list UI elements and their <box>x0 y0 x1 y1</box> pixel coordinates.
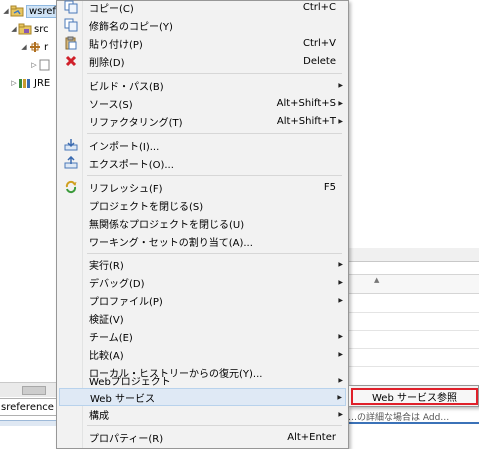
collapse-arrow-icon[interactable]: ◢ <box>2 7 10 15</box>
menu-separator <box>87 133 342 134</box>
tree-item-src[interactable]: ◢ src <box>10 20 49 38</box>
copy-icon <box>63 0 79 14</box>
menu-separator <box>87 253 342 254</box>
sort-ascending-icon[interactable]: ▲ <box>374 276 379 284</box>
tree-item-jre[interactable]: ▷ JRE <box>10 74 50 92</box>
submenu-arrow-icon: ▶ <box>338 410 343 418</box>
submenu-arrow-icon: ▶ <box>338 278 343 286</box>
menu-item-source[interactable]: ソース(S) Alt+Shift+S ▶ <box>59 94 346 112</box>
menu-item-run[interactable]: 実行(R) ▶ <box>59 255 346 273</box>
menu-item-delete[interactable]: 削除(D) Delete <box>59 52 346 70</box>
partial-description-text: …の詳細な場合は Add… <box>348 410 479 424</box>
refresh-icon <box>63 180 79 194</box>
collapse-arrow-icon[interactable]: ◢ <box>20 43 28 51</box>
delete-icon <box>63 54 79 68</box>
menu-item-export[interactable]: エクスポート(O)... <box>59 154 346 172</box>
expand-arrow-icon[interactable]: ▷ <box>10 79 18 87</box>
jre-label: JRE <box>34 77 51 89</box>
menu-item-assign-working-sets[interactable]: ワーキング・セットの割り当て(A)... <box>59 232 346 250</box>
menu-item-web-services[interactable]: Web サービス ▶ <box>59 388 346 406</box>
menu-item-properties[interactable]: プロパティー(R) Alt+Enter <box>59 428 346 446</box>
copy-qualified-icon <box>63 18 79 32</box>
table-row-divider <box>344 348 479 349</box>
menu-separator <box>87 73 342 74</box>
submenu-arrow-icon: ▶ <box>338 376 343 384</box>
table-row-divider <box>344 366 479 367</box>
menu-item-validate[interactable]: 検証(V) <box>59 309 346 327</box>
export-icon <box>63 156 79 170</box>
menu-separator <box>87 175 342 176</box>
submenu-arrow-icon: ▶ <box>338 350 343 358</box>
menu-item-copy[interactable]: コピー(C) Ctrl+C <box>59 0 346 16</box>
menu-item-team[interactable]: チーム(E) ▶ <box>59 327 346 345</box>
library-icon <box>18 77 32 89</box>
menu-item-import[interactable]: インポート(I)... <box>59 136 346 154</box>
submenu-arrow-icon: ▶ <box>338 296 343 304</box>
submenu-arrow-icon: ▶ <box>338 99 343 107</box>
menu-item-build-path[interactable]: ビルド・パス(B) ▶ <box>59 76 346 94</box>
project-explorer: ◢ wsrefer ◢ src ◢ r ▷ ▷ JRE <box>0 0 70 390</box>
package-label: r <box>44 41 49 53</box>
menu-item-debug[interactable]: デバッグ(D) ▶ <box>59 273 346 291</box>
menu-item-profile[interactable]: プロファイル(P) ▶ <box>59 291 346 309</box>
java-file-icon <box>38 59 52 71</box>
web-services-submenu: Web サービス参照 <box>348 385 479 407</box>
submenu-arrow-icon: ▶ <box>337 393 342 401</box>
submenu-arrow-icon: ▶ <box>338 332 343 340</box>
table-row-divider <box>344 312 479 313</box>
scrollbar-thumb[interactable] <box>22 386 46 395</box>
menu-item-close-unrelated-projects[interactable]: 無関係なプロジェクトを閉じる(U) <box>59 214 346 232</box>
menu-item-configure[interactable]: 構成 ▶ <box>59 405 346 423</box>
bottom-panel-strip <box>0 420 62 426</box>
src-label: src <box>34 23 49 35</box>
import-icon <box>63 138 79 152</box>
project-folder-icon <box>10 5 24 17</box>
menu-item-close-project[interactable]: プロジェクトを閉じる(S) <box>59 196 346 214</box>
menu-item-refactor[interactable]: リファクタリング(T) Alt+Shift+T ▶ <box>59 112 346 130</box>
menu-item-compare[interactable]: 比較(A) ▶ <box>59 345 346 363</box>
menu-item-web-project[interactable]: Webプロジェクト ▶ <box>59 371 346 389</box>
source-folder-icon <box>18 23 32 35</box>
submenu-arrow-icon: ▶ <box>338 260 343 268</box>
right-pane: ▲ <box>344 248 479 408</box>
package-icon <box>28 41 42 53</box>
menu-item-refresh[interactable]: リフレッシュ(F) F5 <box>59 178 346 196</box>
collapse-arrow-icon[interactable]: ◢ <box>10 25 18 33</box>
menu-item-paste[interactable]: 貼り付け(P) Ctrl+V <box>59 34 346 52</box>
context-menu: コピー(C) Ctrl+C 修飾名のコピー(Y) 貼り付け(P) Ctrl+V … <box>56 0 349 449</box>
bottom-tab-label: sreference <box>1 401 54 413</box>
menu-item-web-service-reference[interactable]: Web サービス参照 <box>351 388 478 405</box>
submenu-arrow-icon: ▶ <box>338 117 343 125</box>
horizontal-scrollbar[interactable] <box>0 382 62 397</box>
menu-separator <box>87 425 342 426</box>
paste-icon <box>63 36 79 50</box>
table-row-divider <box>344 330 479 331</box>
tree-item-package[interactable]: ◢ r <box>20 38 48 56</box>
expand-arrow-icon[interactable]: ▷ <box>30 61 38 69</box>
bottom-tab[interactable]: sreference <box>0 398 62 416</box>
right-pane-toolbar <box>344 248 479 262</box>
submenu-arrow-icon: ▶ <box>338 81 343 89</box>
menu-item-copy-qualified-name[interactable]: 修飾名のコピー(Y) <box>59 16 346 34</box>
table-header[interactable]: ▲ <box>344 274 479 294</box>
tree-item-class[interactable]: ▷ <box>30 56 54 74</box>
